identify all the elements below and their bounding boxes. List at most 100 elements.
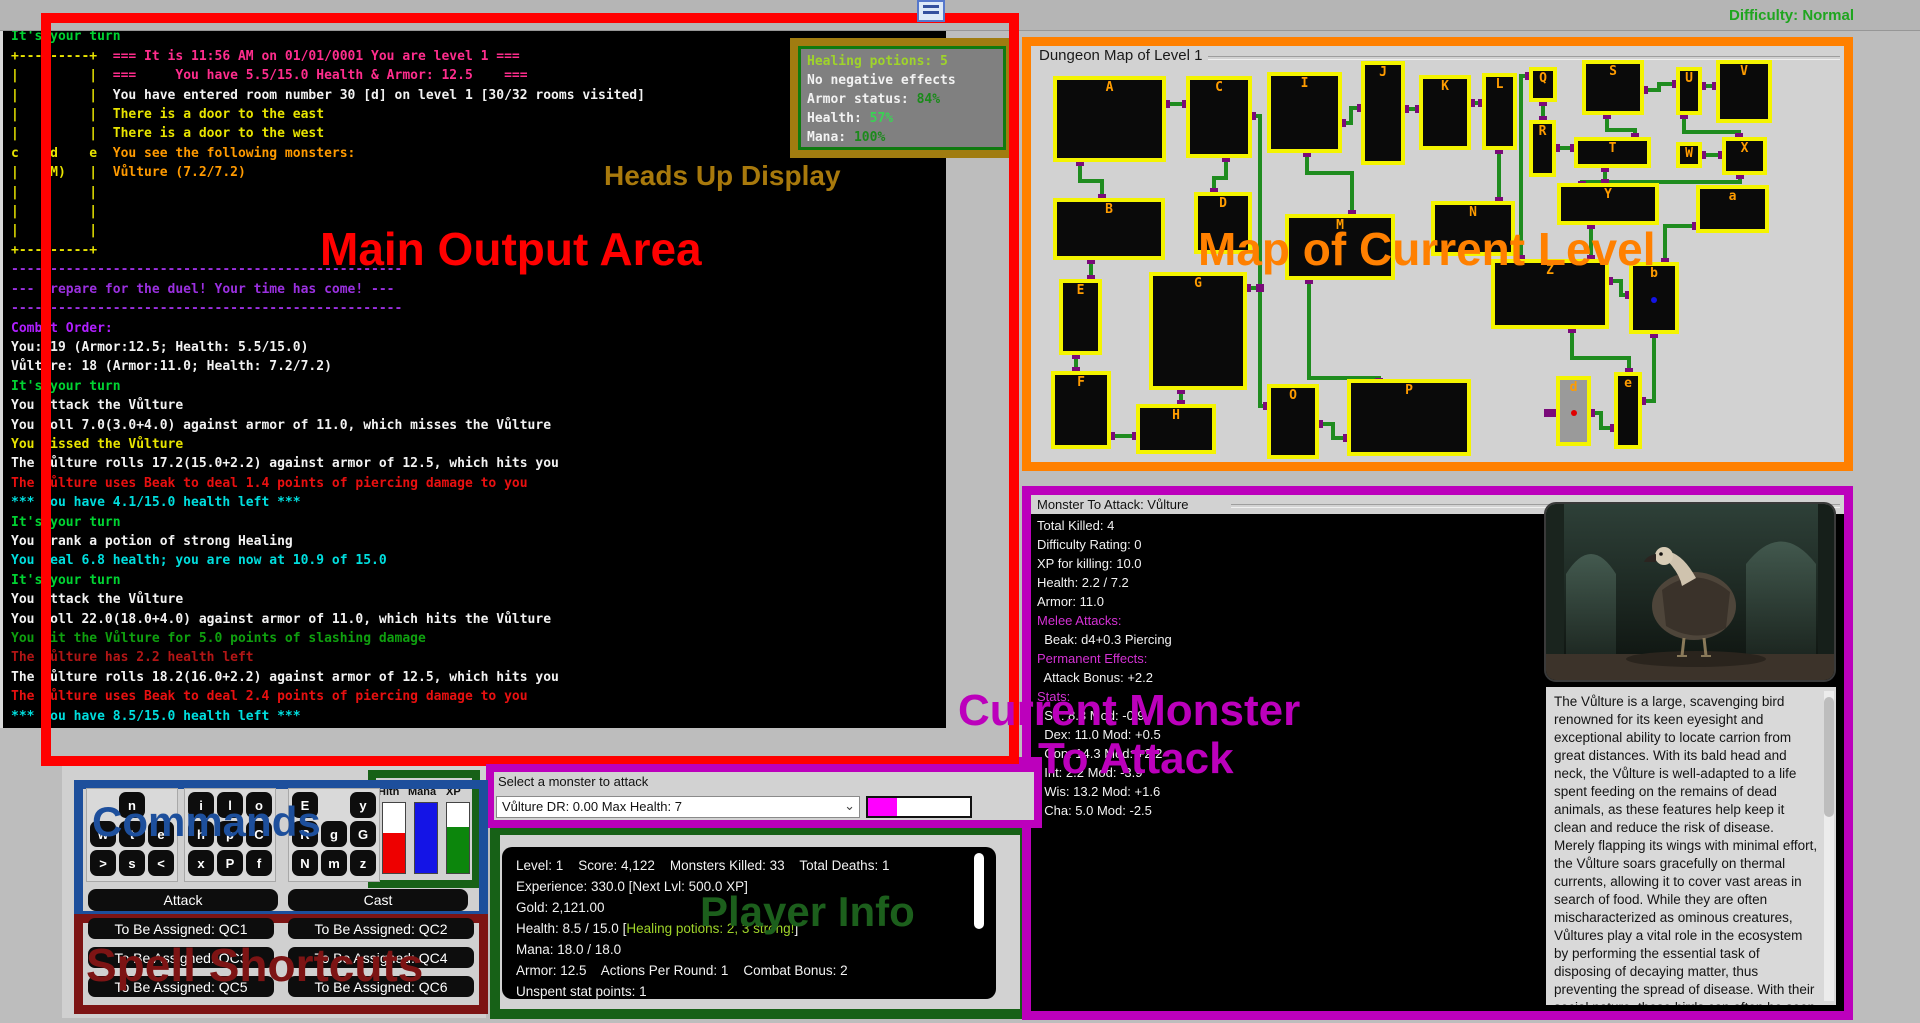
difficulty-label: Difficulty: Normal [1728,7,1854,24]
terminal-line: The Vůlture rolls 18.2(16.0+2.2) against… [11,669,559,685]
monster-stat-line: Total Killed: 4 [1037,518,1115,533]
command-key-x[interactable]: x [188,850,214,876]
command-key-h[interactable]: h [188,821,214,847]
command-key->[interactable]: > [90,850,116,876]
terminal-line: The Vůlture uses Beak to deal 1.4 points… [11,475,528,491]
command-key-G[interactable]: G [350,821,376,847]
hud-line: Healing potions: 5 [807,54,948,69]
map-room-V: V [1716,60,1772,123]
room-label: I [1300,76,1309,91]
room-label: B [1105,202,1113,217]
terminal-line: You missed the Vůlture [11,436,184,452]
command-key-n[interactable]: n [119,792,145,818]
terminal-line: The Vůlture rolls 17.2(15.0+2.2) against… [11,456,559,472]
terminal-line: It's your turn [11,572,121,588]
room-label: J [1379,65,1387,80]
player-info-panel: Level: 1 Score: 4,122 Monsters Killed: 3… [500,835,1020,1009]
cast-button[interactable]: Cast [288,889,468,911]
command-key-e[interactable]: e [148,821,174,847]
terminal-line: You hit the Vůlture for 5.0 points of sl… [11,631,426,646]
command-key-m[interactable]: m [321,850,347,876]
command-key-R[interactable]: R [292,821,318,847]
room-label: a [1728,189,1737,204]
spell-shortcut-qc1[interactable]: To Be Assigned: QC1 [88,918,274,939]
room-label: b [1650,266,1658,281]
command-key-f[interactable]: f [246,850,272,876]
room-label: C [1215,80,1223,95]
monster-stat-line: Str: 8.3 Mod: -0.9 [1037,708,1145,723]
command-key-l[interactable]: l [217,792,243,818]
terminal-line: Vůlture: 18 (Armor:11.0; Health: 7.2/7.2… [11,359,332,375]
command-key-P[interactable]: P [217,850,243,876]
map-room-I: I [1267,72,1342,153]
terminal-line: The Vůlture uses Beak to deal 2.4 points… [11,689,528,705]
room-label: P [1405,383,1413,398]
player-stat-line: Unspent stat points: 1 [516,984,647,999]
command-key-C[interactable]: C [246,821,272,847]
command-key-o[interactable]: o [246,792,272,818]
room-label: L [1495,77,1504,92]
map-room-M: M [1285,214,1395,280]
player-stats-box[interactable]: Level: 1 Score: 4,122 Monsters Killed: 3… [502,847,996,999]
map-room-T: T [1574,137,1651,168]
command-key-<[interactable]: < [148,850,174,876]
map-room-Q: Q [1529,67,1557,102]
command-key-y[interactable]: y [350,792,376,818]
spell-shortcut-qc6[interactable]: To Be Assigned: QC6 [288,976,474,997]
spell-shortcut-qc5[interactable]: To Be Assigned: QC5 [88,976,274,997]
room-label: E [1076,283,1085,298]
command-key-p[interactable]: p [217,821,243,847]
command-key-i[interactable]: i [188,792,214,818]
monster-dropdown-value: Vůlture DR: 0.00 Max Health: 7 [502,799,682,814]
room-label: T [1608,141,1617,156]
command-key-E[interactable]: E [292,792,318,818]
monster-health-fill [868,798,897,816]
key-group-1: n w t e > s < [86,788,178,882]
terminal-line: You attack the Vůlture [11,592,184,608]
map-room-Z: Z [1491,259,1609,329]
monster-stat-line: Armor: 11.0 [1037,594,1104,609]
room-label: Y [1604,187,1612,202]
monster-stat-line: XP for killing: 10.0 [1037,556,1142,571]
map-room-Y: Y [1557,183,1659,225]
room-label: G [1194,276,1202,291]
chevron-down-icon: ⌄ [844,798,855,813]
monster-description[interactable]: The Vůlture is a large, scavenging bird … [1546,687,1836,1005]
terminal-line: --- Prepare for the duel! Your time has … [11,281,395,297]
command-key-t[interactable]: t [119,821,145,847]
map-room-A: A [1053,76,1166,162]
terminal-line: | (M) | Vůlture (7.2/7.2) [11,165,246,181]
map-room-a: a [1696,185,1769,233]
attack-button[interactable]: Attack [88,889,278,911]
hud-line: Health: 57% [807,111,894,126]
command-key-groups: n w t e > s < i l o h p Cx Pf Ey Rg G Nm z [86,788,482,884]
command-key-s[interactable]: s [119,850,145,876]
command-key-g[interactable]: g [321,821,347,847]
map-room-d: d [1556,376,1591,446]
room-label: U [1685,71,1693,86]
monster-portrait [1544,502,1836,682]
terminal-line: It's your turn [11,378,121,394]
command-key-z[interactable]: z [350,850,376,876]
map-room-J: J [1361,61,1405,165]
room-label: Z [1546,263,1554,278]
monster-panel-title: Monster To Attack: Vůlture [1037,497,1194,512]
command-key-N[interactable]: N [292,850,318,876]
command-key-w[interactable]: w [90,821,116,847]
terminal-line: You attack the Vůlture [11,398,184,414]
room-label: O [1289,388,1297,403]
room-label: e [1624,376,1632,391]
terminal-line: You: 19 (Armor:12.5; Health: 5.5/15.0) [11,339,309,355]
monster-dropdown[interactable]: Vůlture DR: 0.00 Max Health: 7 ⌄ [496,796,860,818]
spell-shortcut-qc2[interactable]: To Be Assigned: QC2 [288,918,474,939]
menu-icon[interactable] [917,0,945,22]
room-label: M [1336,218,1344,233]
room-label: F [1077,375,1085,390]
map-room-U: U [1676,67,1702,115]
spell-shortcut-qc3[interactable]: To Be Assigned: QC3 [88,947,274,968]
description-scrollbar-thumb[interactable] [1824,697,1834,817]
player-scrollbar-thumb[interactable] [974,853,984,929]
spell-shortcut-qc4[interactable]: To Be Assigned: QC4 [288,947,474,968]
terminal-line: ----------------------------------------… [11,262,403,278]
terminal-line: The Vůlture has 2.2 health left [11,650,254,666]
